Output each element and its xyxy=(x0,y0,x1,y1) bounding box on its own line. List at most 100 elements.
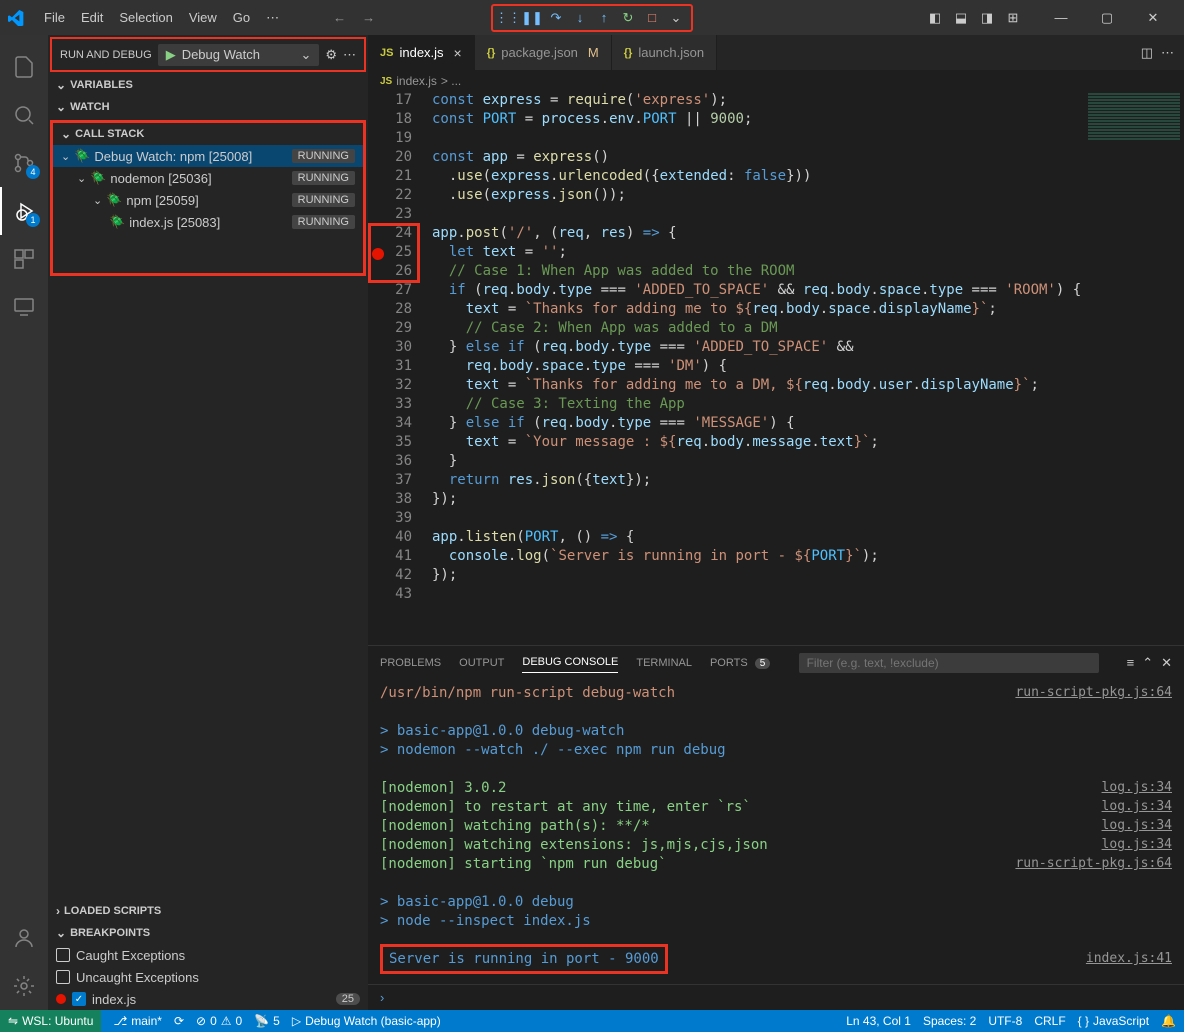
js-file-icon: JS xyxy=(380,47,393,59)
layout-custom-icon[interactable]: ⊞ xyxy=(1002,7,1024,29)
loaded-scripts-header[interactable]: › LOADED SCRIPTS xyxy=(48,900,368,922)
chevron-right-icon: › xyxy=(56,904,60,918)
language-mode[interactable]: { } JavaScript xyxy=(1078,1014,1149,1028)
run-debug-header: RUN AND DEBUG ▶ Debug Watch ⌄ ⚙ ⋯ xyxy=(50,37,366,72)
notifications-icon[interactable]: 🔔 xyxy=(1161,1014,1176,1028)
checkbox-checked[interactable]: ✓ xyxy=(72,992,86,1006)
nav-forward-icon[interactable]: → xyxy=(356,6,381,29)
menu-go[interactable]: Go xyxy=(225,6,258,30)
editor[interactable]: 1718192021222324252627282930313233343536… xyxy=(368,92,1184,645)
console-source-link[interactable]: log.js:34 xyxy=(1102,799,1172,814)
menu-file[interactable]: File xyxy=(36,6,73,30)
panel-tab-ports[interactable]: PORTS 5 xyxy=(710,653,770,673)
window-minimize-icon[interactable]: — xyxy=(1038,0,1084,35)
encoding[interactable]: UTF-8 xyxy=(988,1014,1022,1028)
close-icon[interactable]: × xyxy=(454,45,462,61)
console-source-link[interactable]: log.js:34 xyxy=(1102,837,1172,852)
git-sync[interactable]: ⟳ xyxy=(174,1014,184,1028)
braces-icon: { } xyxy=(1078,1014,1089,1028)
layout-secondary-icon[interactable]: ◨ xyxy=(976,7,998,29)
debug-status[interactable]: ▷ Debug Watch (basic-app) xyxy=(292,1014,441,1028)
error-icon: ⊘ xyxy=(196,1014,206,1028)
cursor-position[interactable]: Ln 43, Col 1 xyxy=(846,1014,911,1028)
more-icon[interactable]: ⋯ xyxy=(343,47,356,63)
layout-panel-icon[interactable]: ⬓ xyxy=(950,7,972,29)
watch-header[interactable]: ⌄ WATCH xyxy=(48,96,368,118)
panel-tab-output[interactable]: OUTPUT xyxy=(459,653,504,673)
breakpoints-header[interactable]: ⌄ BREAKPOINTS xyxy=(48,922,368,944)
status-running: RUNNING xyxy=(292,149,355,163)
search-icon[interactable] xyxy=(0,91,48,139)
callstack-session[interactable]: ⌄ 🪲 Debug Watch: npm [25008] RUNNING xyxy=(53,145,363,167)
remote-explorer-icon[interactable] xyxy=(0,283,48,331)
console-source-link[interactable]: log.js:34 xyxy=(1102,780,1172,795)
minimap[interactable] xyxy=(1084,92,1184,192)
console-source-link[interactable]: run-script-pkg.js:64 xyxy=(1015,685,1172,700)
checkbox-unchecked[interactable] xyxy=(56,948,70,962)
console-source-link[interactable]: log.js:34 xyxy=(1102,818,1172,833)
panel-tab-debug-console[interactable]: DEBUG CONSOLE xyxy=(522,652,618,673)
checkbox-unchecked[interactable] xyxy=(56,970,70,984)
debug-console-output[interactable]: /usr/bin/npm run-script debug-watchrun-s… xyxy=(368,679,1184,984)
remote-indicator[interactable]: ⇋ WSL: Ubuntu xyxy=(0,1010,101,1032)
drag-handle-icon[interactable]: ⋮⋮ xyxy=(497,7,519,29)
problems-indicator[interactable]: ⊘0 ⚠0 xyxy=(196,1014,242,1028)
eol[interactable]: CRLF xyxy=(1034,1014,1065,1028)
breakpoint-caught-exceptions[interactable]: Caught Exceptions xyxy=(48,944,368,966)
panel-tab-terminal[interactable]: TERMINAL xyxy=(636,653,692,673)
gear-icon[interactable]: ⚙ xyxy=(325,47,337,63)
breakpoint-marker-icon[interactable] xyxy=(372,248,384,260)
console-filter-input[interactable] xyxy=(799,653,1099,673)
panel-tab-problems[interactable]: PROBLEMS xyxy=(380,653,441,673)
menu-more[interactable]: ⋯ xyxy=(258,6,287,30)
layout-primary-icon[interactable]: ◧ xyxy=(924,7,946,29)
source-control-icon[interactable]: 4 xyxy=(0,139,48,187)
breakpoint-uncaught-exceptions[interactable]: Uncaught Exceptions xyxy=(48,966,368,988)
indentation[interactable]: Spaces: 2 xyxy=(923,1014,976,1028)
more-icon[interactable]: ⋯ xyxy=(1161,45,1174,61)
variables-header[interactable]: ⌄ VARIABLES xyxy=(48,74,368,96)
debug-dropdown-icon[interactable]: ⌄ xyxy=(665,7,687,29)
play-icon: ▶ xyxy=(166,47,176,63)
settings-icon[interactable] xyxy=(0,962,48,1010)
window-close-icon[interactable]: ✕ xyxy=(1130,0,1176,35)
tab-index-js[interactable]: JS index.js × xyxy=(368,35,475,70)
step-out-icon[interactable]: ↑ xyxy=(593,7,615,29)
menu-edit[interactable]: Edit xyxy=(73,6,111,30)
pause-icon[interactable]: ❚❚ xyxy=(521,7,543,29)
tab-package-json[interactable]: {} package.json M xyxy=(475,35,612,70)
console-source-link[interactable]: run-script-pkg.js:64 xyxy=(1015,856,1172,871)
clear-console-icon[interactable]: ≡ xyxy=(1127,655,1135,671)
split-editor-icon[interactable]: ◫ xyxy=(1141,45,1153,61)
nav-back-icon[interactable]: ← xyxy=(327,6,352,29)
extensions-icon[interactable] xyxy=(0,235,48,283)
run-debug-icon[interactable]: 1 xyxy=(0,187,48,235)
git-branch[interactable]: ⎇ main* xyxy=(113,1014,162,1028)
menu-selection[interactable]: Selection xyxy=(111,6,180,30)
close-panel-icon[interactable]: ✕ xyxy=(1161,655,1172,671)
debug-console-input[interactable]: › xyxy=(368,984,1184,1010)
callstack-header[interactable]: ⌄ CALL STACK xyxy=(53,123,363,145)
explorer-icon[interactable] xyxy=(0,43,48,91)
account-icon[interactable] xyxy=(0,914,48,962)
chevron-down-icon: ⌄ xyxy=(56,78,66,92)
window-maximize-icon[interactable]: ▢ xyxy=(1084,0,1130,35)
debug-config-select[interactable]: ▶ Debug Watch ⌄ xyxy=(158,44,320,66)
breadcrumb[interactable]: JS index.js > ... xyxy=(368,70,1184,92)
step-into-icon[interactable]: ↓ xyxy=(569,7,591,29)
restart-icon[interactable]: ↻ xyxy=(617,7,639,29)
callstack-process[interactable]: 🪲 index.js [25083] RUNNING xyxy=(53,211,363,233)
callstack-process[interactable]: ⌄ 🪲 nodemon [25036] RUNNING xyxy=(53,167,363,189)
callstack-process[interactable]: ⌄ 🪲 npm [25059] RUNNING xyxy=(53,189,363,211)
chevron-down-icon: ⌄ xyxy=(77,172,86,185)
step-over-icon[interactable]: ↷ xyxy=(545,7,567,29)
chevron-down-icon: ⌄ xyxy=(61,127,71,141)
maximize-panel-icon[interactable]: ⌃ xyxy=(1142,655,1153,671)
tab-launch-json[interactable]: {} launch.json xyxy=(612,35,717,70)
status-running: RUNNING xyxy=(292,215,355,229)
stop-icon[interactable]: □ xyxy=(641,7,663,29)
menu-view[interactable]: View xyxy=(181,6,225,30)
console-source-link[interactable]: index.js:41 xyxy=(1086,951,1172,966)
ports-indicator[interactable]: 📡5 xyxy=(254,1014,280,1028)
breakpoint-file[interactable]: ✓ index.js 25 xyxy=(48,988,368,1010)
